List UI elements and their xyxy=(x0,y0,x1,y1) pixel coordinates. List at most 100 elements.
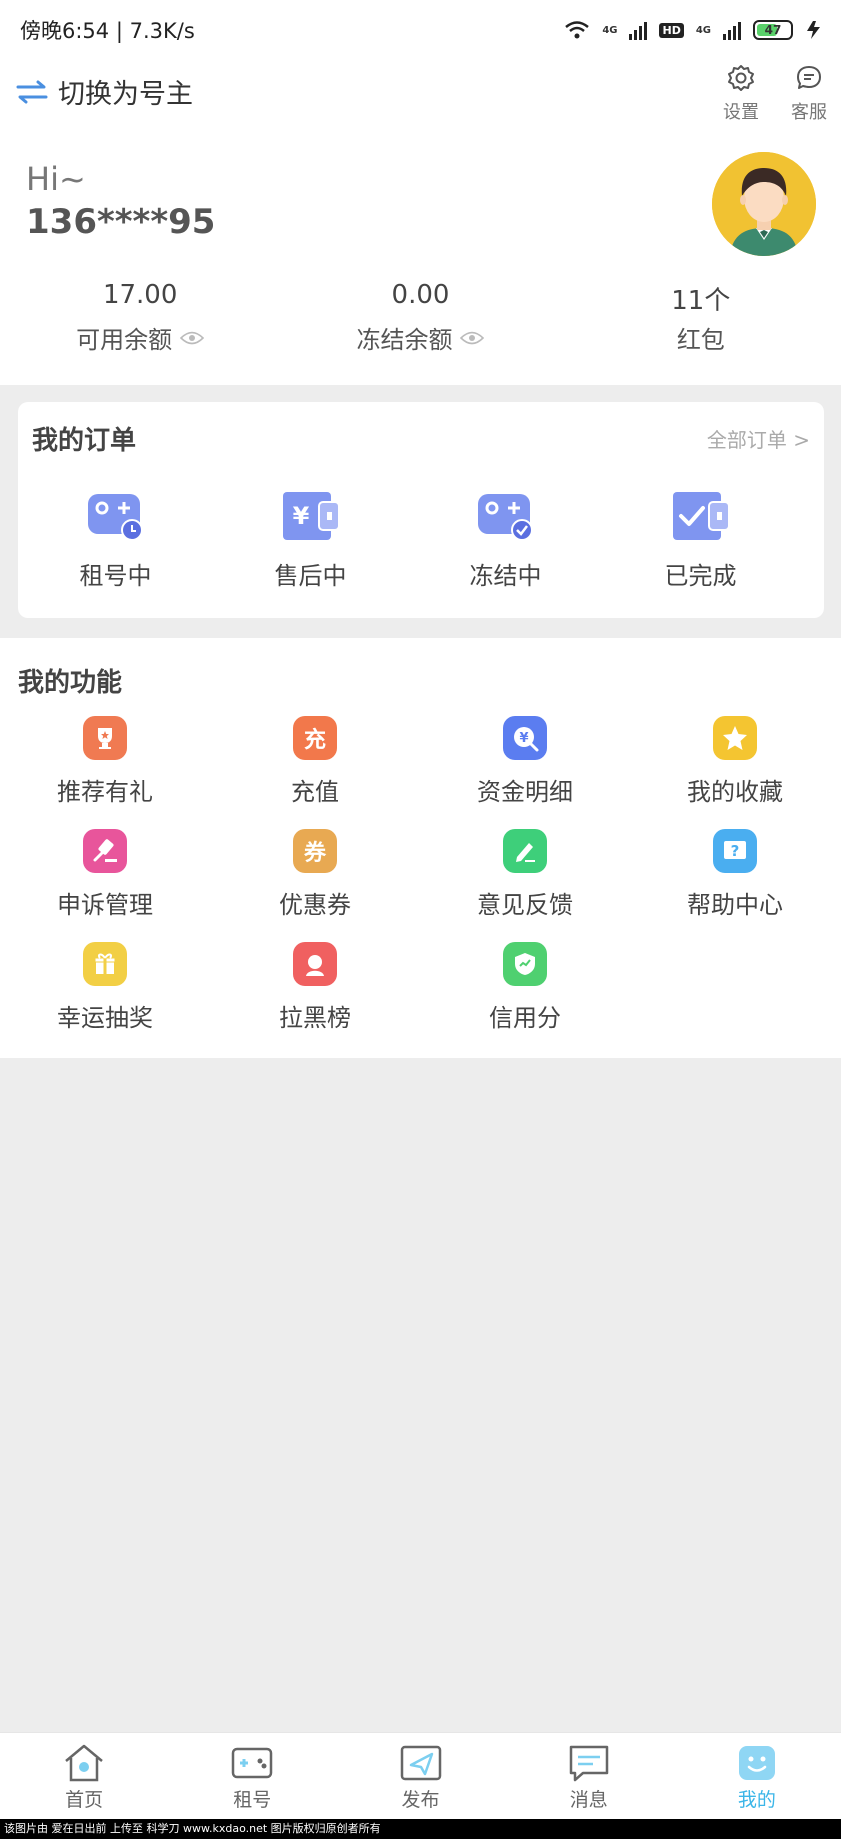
func-label: 充值 xyxy=(291,778,339,806)
charging-icon xyxy=(807,21,820,39)
available-balance[interactable]: 17.00 可用余额 xyxy=(0,280,280,355)
func-label: 资金明细 xyxy=(477,778,573,806)
tab-home[interactable]: 首页 xyxy=(0,1733,168,1819)
wallet-check-icon xyxy=(672,492,730,540)
network-type-2: 4G xyxy=(695,24,711,36)
tab-messages[interactable]: 消息 xyxy=(505,1733,673,1819)
red-packets[interactable]: 11个 红包 xyxy=(561,280,841,355)
svg-text:¥: ¥ xyxy=(292,502,309,530)
red-packets-label: 红包 xyxy=(676,326,725,354)
func-referral-reward[interactable]: 推荐有礼 xyxy=(0,716,210,807)
func-label: 优惠券 xyxy=(279,891,351,919)
settings-label: 设置 xyxy=(723,102,759,123)
signal-icon-2 xyxy=(723,20,741,40)
available-balance-label: 可用余额 xyxy=(76,326,173,354)
order-completed[interactable]: 已完成 xyxy=(603,488,798,591)
avatar[interactable] xyxy=(712,152,816,256)
switch-role-label: 切换为号主 xyxy=(58,79,193,110)
func-blacklist[interactable]: 拉黑榜 xyxy=(210,942,420,1033)
tab-mine[interactable]: 我的 xyxy=(673,1733,841,1819)
customer-service-button[interactable]: 客服 xyxy=(779,64,839,124)
func-label: 帮助中心 xyxy=(687,891,783,919)
signal-icon xyxy=(629,20,648,40)
all-orders-link[interactable]: 全部订单 > xyxy=(707,424,810,453)
my-functions-section: 我的功能 推荐有礼 充 充值 ¥ 资金明细 我的收藏 申诉管理 券 优惠券 意见… xyxy=(0,638,841,1058)
svg-text:?: ? xyxy=(731,842,740,860)
tab-messages-label: 消息 xyxy=(569,1789,608,1811)
battery-icon: 47 xyxy=(753,20,793,40)
func-favorites[interactable]: 我的收藏 xyxy=(630,716,840,807)
func-feedback[interactable]: 意见反馈 xyxy=(420,829,630,920)
bottom-tab-bar: 首页 租号 发布 消息 我的 xyxy=(0,1732,841,1819)
func-credit-score[interactable]: 信用分 xyxy=(420,942,630,1033)
gavel-icon xyxy=(83,829,127,873)
tab-rent-label: 租号 xyxy=(233,1789,272,1811)
frozen-balance-value: 0.00 xyxy=(391,280,450,310)
chat-icon xyxy=(797,66,821,89)
my-orders-card: 我的订单 全部订单 > 租号中 ¥ 售后中 冻结中 已完成 xyxy=(18,402,824,618)
available-balance-value: 17.00 xyxy=(102,280,178,310)
trophy-icon xyxy=(83,716,127,760)
pencil-icon xyxy=(503,829,547,873)
settings-button[interactable]: 设置 xyxy=(711,64,771,124)
order-frozen-label: 冻结中 xyxy=(469,562,542,590)
orders-title: 我的订单 xyxy=(32,426,137,456)
blacklist-icon xyxy=(293,942,337,986)
tab-home-label: 首页 xyxy=(65,1789,104,1811)
network-type-1: 4G xyxy=(602,24,618,36)
func-label: 拉黑榜 xyxy=(279,1004,351,1032)
fund-detail-icon: ¥ xyxy=(503,716,547,760)
recharge-icon: 充 xyxy=(293,716,337,760)
order-completed-label: 已完成 xyxy=(664,562,737,590)
shield-icon xyxy=(503,942,547,986)
service-label: 客服 xyxy=(791,102,827,123)
user-avatar-icon xyxy=(712,152,816,256)
order-frozen[interactable]: 冻结中 xyxy=(408,488,603,591)
star-icon xyxy=(713,716,757,760)
greeting: Hi~ xyxy=(26,160,86,198)
order-after-sales[interactable]: ¥ 售后中 xyxy=(213,488,408,591)
watermark-bar: 该图片由 爱在日出前 上传至 科学刀 www.kxdao.net 图片版权归原创… xyxy=(0,1819,841,1839)
order-renting[interactable]: 租号中 xyxy=(18,488,213,591)
user-phone: 136****95 xyxy=(26,202,216,242)
frozen-balance-label: 冻结余额 xyxy=(356,326,453,354)
func-help-center[interactable]: ? 帮助中心 xyxy=(630,829,840,920)
wifi-icon xyxy=(565,21,590,39)
frozen-balance[interactable]: 0.00 冻结余额 xyxy=(280,280,560,355)
func-recharge[interactable]: 充 充值 xyxy=(210,716,420,807)
functions-title: 我的功能 xyxy=(18,668,123,698)
status-bar: 傍晚6:54 | 7.3K/s 4G HD 4G 47 xyxy=(0,0,841,60)
wallet-yen-icon: ¥ xyxy=(282,492,340,540)
func-label: 幸运抽奖 xyxy=(57,1004,153,1032)
eye-icon[interactable] xyxy=(180,330,205,346)
func-fund-detail[interactable]: ¥ 资金明细 xyxy=(420,716,630,807)
eye-icon[interactable] xyxy=(460,330,485,346)
balance-stats: 17.00 可用余额 0.00 冻结余额 11个 红包 xyxy=(0,280,841,355)
func-label: 我的收藏 xyxy=(687,778,783,806)
gamepad-icon xyxy=(232,1747,273,1779)
tab-rent[interactable]: 租号 xyxy=(168,1733,336,1819)
coupon-icon: 券 xyxy=(293,829,337,873)
func-label: 申诉管理 xyxy=(57,891,153,919)
status-icons: 4G HD 4G 47 xyxy=(564,20,823,40)
tab-publish[interactable]: 发布 xyxy=(336,1733,504,1819)
tab-mine-label: 我的 xyxy=(737,1789,776,1811)
swap-icon xyxy=(16,80,48,103)
func-coupons[interactable]: 券 优惠券 xyxy=(210,829,420,920)
send-icon xyxy=(400,1745,441,1781)
hd-badge: HD xyxy=(659,22,684,38)
red-packets-value: 11个 xyxy=(671,286,731,316)
profile-icon xyxy=(738,1746,775,1780)
gamepad-clock-icon xyxy=(87,494,143,541)
profile-header: 切换为号主 设置 客服 Hi~ 136****95 17.00 可用余额 0.0… xyxy=(0,60,841,385)
func-label: 信用分 xyxy=(489,1004,561,1032)
battery-level: 47 xyxy=(764,23,782,37)
func-label: 意见反馈 xyxy=(477,891,573,919)
order-after-sales-label: 售后中 xyxy=(274,562,347,590)
func-appeal-management[interactable]: 申诉管理 xyxy=(0,829,210,920)
home-icon xyxy=(65,1744,103,1782)
tab-publish-label: 发布 xyxy=(401,1789,440,1811)
func-lucky-draw[interactable]: 幸运抽奖 xyxy=(0,942,210,1033)
switch-role-button[interactable]: 切换为号主 xyxy=(16,72,193,111)
gear-icon xyxy=(728,65,754,91)
